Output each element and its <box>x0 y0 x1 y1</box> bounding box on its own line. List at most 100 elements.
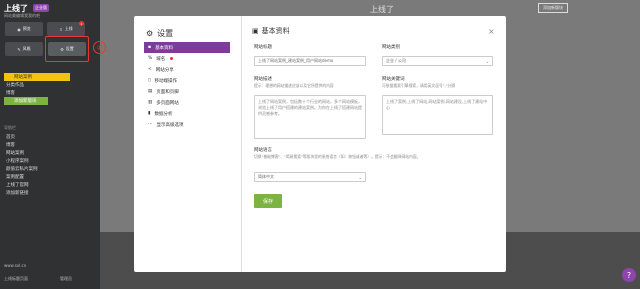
menu-label: 域名 <box>156 56 166 62</box>
pin-icon: ▪ <box>148 45 152 50</box>
section-label: 网站案例 <box>14 75 32 80</box>
menu-item-analytics[interactable]: ▮ 数据分析 <box>144 108 230 119</box>
section-item[interactable]: 网站案例 <box>4 73 70 81</box>
site-title-input[interactable]: 上线了网站案例_建站案例_用户网站demo <box>254 56 366 66</box>
nav-label: 网站案例 <box>6 151 24 156</box>
site-language-select[interactable]: 简体中文 ⌄ <box>254 172 366 182</box>
style-button[interactable]: ✎ 风格 <box>5 42 43 56</box>
close-icon[interactable]: × <box>488 27 495 36</box>
site-type-value: 企业 / 公司 <box>386 58 406 63</box>
notification-badge: 1 <box>79 21 84 26</box>
section-label: 博客 <box>6 91 15 96</box>
nav-item-photo[interactable]: 颜值云私片案例 <box>0 165 100 173</box>
site-desc-textarea[interactable]: 上线了网站案例，包括数十个行业的网站，多个网站模板，浏览上线了用户搭建的建站案例… <box>254 95 366 139</box>
publish-label: 上线 <box>64 26 73 31</box>
nav-label: 颜值云私片案例 <box>6 167 38 172</box>
site-title-label: 网站标题 <box>254 45 272 50</box>
chart-icon: ▮ <box>148 111 151 116</box>
section-list: 网站案例 分类作品 博客 添加新版块 <box>0 73 100 105</box>
nav-label: 小程序案例 <box>6 159 29 164</box>
settings-menu-panel: ⚙ 设置 ▪ 基本资料 % 域名 < 网站分享 ▯ 移动端操作 ▤ 页面和页脚 ▥ 多页面网… <box>134 16 242 272</box>
nav-item-cases[interactable]: 网站案例 <box>0 149 100 157</box>
nav-label: 博客 <box>6 143 15 148</box>
site-desc-hint: 提示：理想的网站描述应该以及它所提供的内容 <box>254 83 334 88</box>
menu-item-multipage[interactable]: ▥ 多页面网站 <box>144 97 230 108</box>
brush-icon: ✎ <box>17 46 21 52</box>
nav-item-blog[interactable]: 博客 <box>0 141 100 149</box>
section-heading-text: 基本资料 <box>261 27 290 35</box>
pages-icon: ▥ <box>148 100 153 105</box>
site-desc-label: 网站描述 <box>254 77 272 82</box>
briefcase-icon: ▣ <box>252 27 259 35</box>
edition-badge: 企业版 <box>33 4 49 12</box>
page-icon: ▤ <box>148 89 153 94</box>
menu-label: 数据分析 <box>154 111 173 117</box>
site-keywords-hint: 可依据搜索引擎搜索，请用英文逗号","分隔 <box>382 83 456 88</box>
share-icon: < <box>148 67 152 72</box>
menu-item-share[interactable]: < 网站分享 <box>144 64 230 75</box>
editor-sidebar: 上线了 企业版 网站美编辑我我的吧 ◉ 预览 ⇧ 上线 1 ✎ 风格 ⚙ 设置 … <box>0 0 106 289</box>
upload-icon: ⇧ <box>59 26 63 32</box>
save-button[interactable]: 保存 <box>254 194 282 208</box>
new-dot <box>170 57 174 60</box>
section-label: 分类作品 <box>6 83 24 88</box>
nav-label: 案例配置 <box>6 175 24 180</box>
settings-title-text: 设置 <box>157 29 174 38</box>
site-keywords-label: 网站关键词 <box>382 77 405 82</box>
background-site-title: 上线了 <box>370 5 394 14</box>
settings-content: ▣ 基本资料 × 网站标题 上线了网站案例_建站案例_用户网站demo 网站类别… <box>252 16 506 272</box>
eye-icon: ◉ <box>17 26 21 32</box>
add-section-label: 添加新版块 <box>14 99 37 104</box>
chevron-down-icon: ⌄ <box>485 58 489 64</box>
site-domain[interactable]: www.sxl.cn <box>4 263 26 268</box>
nav-item-config[interactable]: 案例配置 <box>0 173 100 181</box>
brand-subtitle: 网站美编辑我我的吧 <box>4 13 40 18</box>
add-section-button[interactable]: 添加新版块 <box>4 97 48 105</box>
section-item[interactable]: 博客 <box>0 89 100 97</box>
site-language-label: 网站语言 <box>254 148 272 153</box>
nav-label: 添加新链接 <box>6 191 29 196</box>
settings-modal: ⚙ 设置 ▪ 基本资料 % 域名 < 网站分享 ▯ 移动端操作 ▤ 页面和页脚 ▥ 多页面网… <box>134 16 506 272</box>
nav-item-home[interactable]: 首页 <box>0 133 100 141</box>
nav-item-official[interactable]: 上线了官网 <box>0 181 100 189</box>
menu-label: 基本资料 <box>155 45 174 51</box>
nav-list: 首页 博客 网站案例 小程序案例 颜值云私片案例 案例配置 上线了官网 添加新链… <box>0 133 100 197</box>
site-language-hint: 切换"基础博客"、"简易搜索"等版块里的系统语言（如：按钮或者等）。提示：不会翻… <box>254 154 421 159</box>
menu-label: 页面和页脚 <box>156 89 179 95</box>
menu-item-basic[interactable]: ▪ 基本资料 <box>144 42 230 53</box>
footer-right-link[interactable]: 管理员 <box>60 276 72 282</box>
menu-label: 显示高级选项 <box>156 122 184 128</box>
background-add-section-button[interactable]: 添加新版块 <box>538 3 568 13</box>
site-type-select[interactable]: 企业 / 公司 ⌄ <box>382 56 493 66</box>
style-label: 风格 <box>22 46 31 51</box>
site-type-label: 网站类别 <box>382 45 400 50</box>
dots-icon: ⋯ <box>148 122 153 127</box>
add-link-button[interactable]: 添加新链接 <box>0 189 100 197</box>
menu-item-page[interactable]: ▤ 页面和页脚 <box>144 86 230 97</box>
gear-icon: ⚙ <box>146 29 154 38</box>
preview-button[interactable]: ◉ 预览 <box>5 22 43 36</box>
menu-item-advanced[interactable]: ⋯ 显示高级选项 <box>144 119 230 130</box>
settings-menu: ▪ 基本资料 % 域名 < 网站分享 ▯ 移动端操作 ▤ 页面和页脚 ▥ 多页面网站 ▮ 数据… <box>144 42 230 130</box>
menu-label: 多页面网站 <box>156 100 179 106</box>
menu-item-domain[interactable]: % 域名 <box>144 53 230 64</box>
highlight-box <box>45 36 89 62</box>
menu-item-mobile[interactable]: ▯ 移动端操作 <box>144 75 230 86</box>
nav-heading: 导航栏 <box>4 124 16 130</box>
site-keywords-textarea[interactable]: 上线了案例,上线了网站,网站案例,网站建设,上线了建站中心 <box>382 95 493 135</box>
step-marker: ① <box>93 41 106 54</box>
menu-label: 移动端操作 <box>154 78 177 84</box>
nav-label: 首页 <box>6 135 15 140</box>
section-heading: ▣ 基本资料 <box>252 26 290 36</box>
menu-label: 网站分享 <box>155 67 174 73</box>
nav-item-miniapp[interactable]: 小程序案例 <box>0 157 100 165</box>
mobile-icon: ▯ <box>148 78 151 83</box>
link-icon: % <box>148 56 153 61</box>
nav-label: 上线了官网 <box>6 183 29 188</box>
help-button[interactable]: ? <box>622 268 636 282</box>
settings-title: ⚙ 设置 <box>146 28 173 39</box>
section-item[interactable]: 分类作品 <box>0 81 100 89</box>
site-language-value: 简体中文 <box>258 174 274 179</box>
footer-left-link[interactable]: 上线标题页面 <box>4 276 28 282</box>
chevron-down-icon: ⌄ <box>358 174 362 180</box>
